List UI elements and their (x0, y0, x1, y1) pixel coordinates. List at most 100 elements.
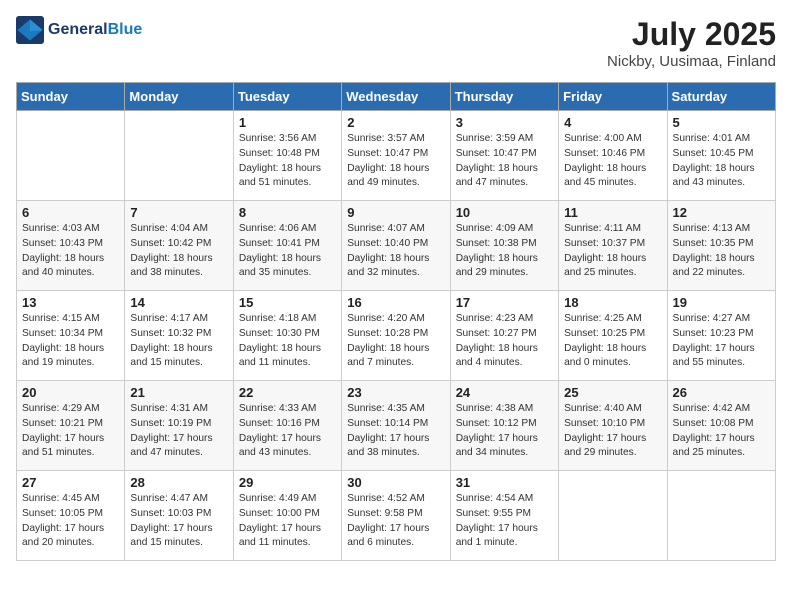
day-number: 2 (347, 115, 444, 130)
cell-info: Sunrise: 4:42 AMSunset: 10:08 PMDaylight… (673, 403, 755, 458)
cell-info: Sunrise: 4:18 AMSunset: 10:30 PMDaylight… (239, 313, 321, 368)
week-row-0: 1 Sunrise: 3:56 AMSunset: 10:48 PMDayligh… (17, 111, 776, 201)
day-number: 17 (456, 295, 553, 310)
day-number: 18 (564, 295, 661, 310)
cell-info: Sunrise: 4:17 AMSunset: 10:32 PMDaylight… (130, 313, 212, 368)
location: Nickby, Uusimaa, Finland (607, 53, 776, 70)
calendar-cell (667, 471, 775, 561)
calendar-cell: 4Sunrise: 4:00 AMSunset: 10:46 PMDayligh… (559, 111, 667, 201)
cell-info: Sunrise: 4:20 AMSunset: 10:28 PMDaylight… (347, 313, 429, 368)
cell-info: Sunrise: 4:04 AMSunset: 10:42 PMDaylight… (130, 223, 212, 278)
calendar-cell: 20 Sunrise: 4:29 AMSunset: 10:21 PMDaylig… (17, 381, 125, 471)
calendar-cell: 25 Sunrise: 4:40 AMSunset: 10:10 PMDaylig… (559, 381, 667, 471)
cell-info: Sunrise: 4:07 AMSunset: 10:40 PMDaylight… (347, 223, 429, 278)
calendar-cell: 27 Sunrise: 4:45 AMSunset: 10:05 PMDaylig… (17, 471, 125, 561)
cell-info: Sunrise: 3:57 AMSunset: 10:47 PMDaylight… (347, 133, 429, 188)
day-number: 6 (22, 205, 119, 220)
calendar-cell: 10 Sunrise: 4:09 AMSunset: 10:38 PMDaylig… (450, 201, 558, 291)
day-number: 28 (130, 475, 227, 490)
cell-info: Sunrise: 4:52 AMSunset: 9:58 PMDaylight:… (347, 493, 429, 548)
week-row-4: 27 Sunrise: 4:45 AMSunset: 10:05 PMDaylig… (17, 471, 776, 561)
day-number: 4 (564, 115, 661, 130)
calendar-cell (559, 471, 667, 561)
cell-info: Sunrise: 4:11 AMSunset: 10:37 PMDaylight… (564, 223, 646, 278)
logo-blue-text: Blue (108, 21, 143, 38)
header-tuesday: Tuesday (233, 83, 341, 111)
day-number: 26 (673, 385, 770, 400)
day-number: 7 (130, 205, 227, 220)
day-number: 8 (239, 205, 336, 220)
cell-info: Sunrise: 4:03 AMSunset: 10:43 PMDaylight… (22, 223, 104, 278)
day-number: 1 (239, 115, 336, 130)
day-number: 31 (456, 475, 553, 490)
day-number: 19 (673, 295, 770, 310)
calendar-body: 1 Sunrise: 3:56 AMSunset: 10:48 PMDayligh… (17, 111, 776, 561)
week-row-3: 20 Sunrise: 4:29 AMSunset: 10:21 PMDaylig… (17, 381, 776, 471)
day-number: 22 (239, 385, 336, 400)
header-wednesday: Wednesday (342, 83, 450, 111)
page-header: GeneralBlue July 2025 Nickby, Uusimaa, F… (16, 16, 776, 70)
day-number: 10 (456, 205, 553, 220)
week-row-1: 6 Sunrise: 4:03 AMSunset: 10:43 PMDayligh… (17, 201, 776, 291)
header-monday: Monday (125, 83, 233, 111)
calendar-cell: 15 Sunrise: 4:18 AMSunset: 10:30 PMDaylig… (233, 291, 341, 381)
header-saturday: Saturday (667, 83, 775, 111)
calendar-table: SundayMondayTuesdayWednesdayThursdayFrid… (16, 82, 776, 561)
day-number: 24 (456, 385, 553, 400)
cell-info: Sunrise: 3:59 AMSunset: 10:47 PMDaylight… (456, 133, 538, 188)
day-number: 25 (564, 385, 661, 400)
cell-info: Sunrise: 4:25 AMSunset: 10:25 PMDaylight… (564, 313, 646, 368)
cell-info: Sunrise: 4:49 AMSunset: 10:00 PMDaylight… (239, 493, 321, 548)
logo-general: General (48, 21, 108, 38)
calendar-cell: 17Sunrise: 4:23 AMSunset: 10:27 PMDaylig… (450, 291, 558, 381)
calendar-cell: 19Sunrise: 4:27 AMSunset: 10:23 PMDaylig… (667, 291, 775, 381)
cell-info: Sunrise: 3:56 AMSunset: 10:48 PMDaylight… (239, 133, 321, 188)
month-title: July 2025 (607, 16, 776, 53)
cell-info: Sunrise: 4:38 AMSunset: 10:12 PMDaylight… (456, 403, 538, 458)
calendar-cell: 31Sunrise: 4:54 AMSunset: 9:55 PMDayligh… (450, 471, 558, 561)
day-number: 9 (347, 205, 444, 220)
logo-icon (16, 16, 44, 44)
day-number: 23 (347, 385, 444, 400)
day-number: 27 (22, 475, 119, 490)
header-thursday: Thursday (450, 83, 558, 111)
header-friday: Friday (559, 83, 667, 111)
calendar-cell: 14 Sunrise: 4:17 AMSunset: 10:32 PMDaylig… (125, 291, 233, 381)
cell-info: Sunrise: 4:35 AMSunset: 10:14 PMDaylight… (347, 403, 429, 458)
calendar-cell: 21Sunrise: 4:31 AMSunset: 10:19 PMDaylig… (125, 381, 233, 471)
calendar-cell: 5 Sunrise: 4:01 AMSunset: 10:45 PMDayligh… (667, 111, 775, 201)
calendar-cell: 6 Sunrise: 4:03 AMSunset: 10:43 PMDayligh… (17, 201, 125, 291)
calendar-cell: 28 Sunrise: 4:47 AMSunset: 10:03 PMDaylig… (125, 471, 233, 561)
calendar-cell: 16Sunrise: 4:20 AMSunset: 10:28 PMDaylig… (342, 291, 450, 381)
cell-info: Sunrise: 4:01 AMSunset: 10:45 PMDaylight… (673, 133, 755, 188)
day-number: 3 (456, 115, 553, 130)
day-number: 20 (22, 385, 119, 400)
calendar-cell: 29 Sunrise: 4:49 AMSunset: 10:00 PMDaylig… (233, 471, 341, 561)
day-number: 30 (347, 475, 444, 490)
calendar-cell: 9 Sunrise: 4:07 AMSunset: 10:40 PMDayligh… (342, 201, 450, 291)
calendar-cell: 18 Sunrise: 4:25 AMSunset: 10:25 PMDaylig… (559, 291, 667, 381)
cell-info: Sunrise: 4:29 AMSunset: 10:21 PMDaylight… (22, 403, 104, 458)
cell-info: Sunrise: 4:45 AMSunset: 10:05 PMDaylight… (22, 493, 104, 548)
day-number: 5 (673, 115, 770, 130)
cell-info: Sunrise: 4:09 AMSunset: 10:38 PMDaylight… (456, 223, 538, 278)
calendar-cell: 26 Sunrise: 4:42 AMSunset: 10:08 PMDaylig… (667, 381, 775, 471)
calendar-cell: 22 Sunrise: 4:33 AMSunset: 10:16 PMDaylig… (233, 381, 341, 471)
week-row-2: 13 Sunrise: 4:15 AMSunset: 10:34 PMDaylig… (17, 291, 776, 381)
day-number: 14 (130, 295, 227, 310)
calendar-cell: 7 Sunrise: 4:04 AMSunset: 10:42 PMDayligh… (125, 201, 233, 291)
cell-info: Sunrise: 4:47 AMSunset: 10:03 PMDaylight… (130, 493, 212, 548)
cell-info: Sunrise: 4:15 AMSunset: 10:34 PMDaylight… (22, 313, 104, 368)
calendar-cell: 23 Sunrise: 4:35 AMSunset: 10:14 PMDaylig… (342, 381, 450, 471)
title-block: July 2025 Nickby, Uusimaa, Finland (607, 16, 776, 70)
calendar-cell: 2 Sunrise: 3:57 AMSunset: 10:47 PMDayligh… (342, 111, 450, 201)
calendar-cell: 8Sunrise: 4:06 AMSunset: 10:41 PMDayligh… (233, 201, 341, 291)
day-number: 13 (22, 295, 119, 310)
logo-text: GeneralBlue (48, 21, 142, 39)
day-number: 12 (673, 205, 770, 220)
day-number: 15 (239, 295, 336, 310)
day-number: 29 (239, 475, 336, 490)
cell-info: Sunrise: 4:33 AMSunset: 10:16 PMDaylight… (239, 403, 321, 458)
calendar-header: SundayMondayTuesdayWednesdayThursdayFrid… (17, 83, 776, 111)
cell-info: Sunrise: 4:40 AMSunset: 10:10 PMDaylight… (564, 403, 646, 458)
